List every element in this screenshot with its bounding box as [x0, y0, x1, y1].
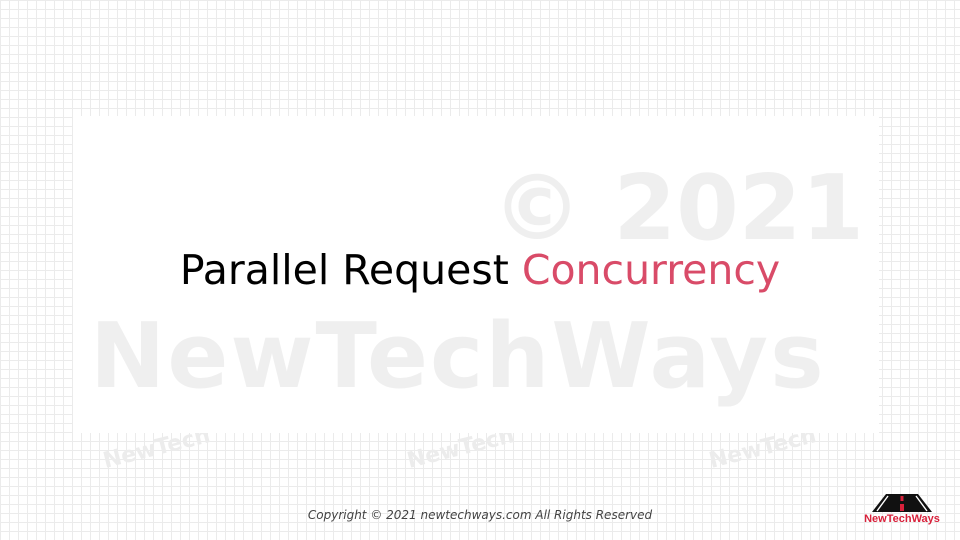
copyright-footer: Copyright © 2021 newtechways.com All Rig… [307, 508, 653, 522]
slide-title: Parallel Request Concurrency [0, 244, 960, 296]
watermark-brand: NewTechWays [90, 304, 826, 409]
watermark-year: © 2021 [492, 156, 864, 261]
slide-title-main: Parallel Request [179, 246, 522, 294]
slide-title-accent: Concurrency [521, 246, 781, 294]
road-perspective-icon [872, 494, 932, 512]
logo-text: NewTechWays [864, 513, 940, 525]
brand-logo: NewTechWays [862, 494, 942, 530]
